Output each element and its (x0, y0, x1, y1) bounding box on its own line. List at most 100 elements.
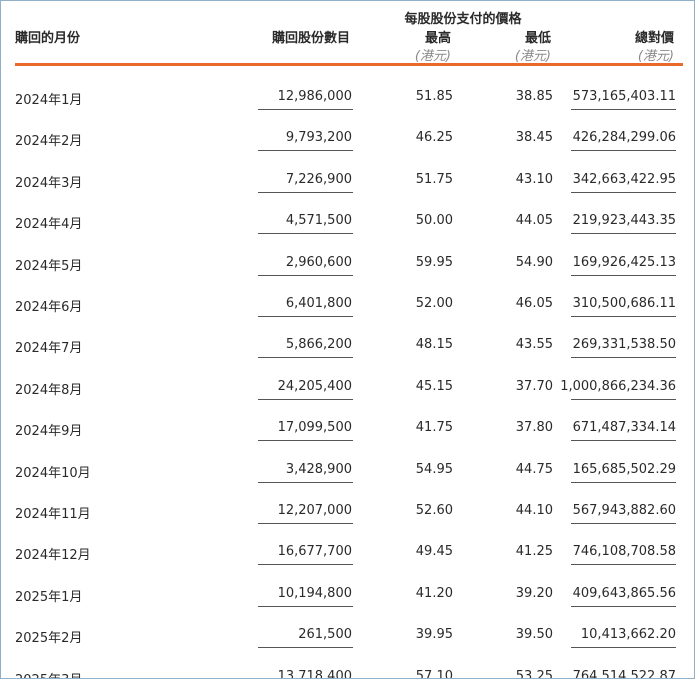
total-underline (571, 481, 676, 483)
total-consideration-cell: 165,685,502.29 (572, 461, 676, 477)
shares-underline (258, 150, 353, 152)
low-price-cell: 38.45 (515, 130, 553, 146)
shares-underline (258, 523, 353, 524)
total-consideration-cell: 573,165,403.11 (572, 89, 676, 104)
shares-underline (258, 274, 353, 276)
total-underline (571, 398, 676, 400)
low-price-cell: 44.05 (515, 213, 553, 229)
low-price-cell: 44.10 (515, 503, 553, 518)
shares-underline (258, 316, 353, 317)
total-underline (571, 109, 676, 110)
table-row: 2024年6月 6,401,800 52.00 46.05 310,500,686.11 (1, 296, 694, 317)
shares-cell: 261,500 (298, 627, 352, 643)
table-row: 2024年12月 16,677,700 49.45 41.25 746,108,708.… (1, 544, 694, 566)
month-cell: 2024年5月 (15, 258, 83, 274)
high-price-cell: 52.60 (415, 503, 453, 518)
total-underline (571, 274, 676, 276)
low-column-header: 最低 (524, 31, 551, 46)
low-price-cell: 39.20 (515, 585, 553, 601)
low-price-cell: 53.25 (515, 668, 553, 679)
high-price-cell: 41.75 (415, 420, 453, 436)
table-row: 2024年11月 12,207,000 52.60 44.10 567,943,882.… (1, 503, 694, 524)
total-consideration-cell: 10,413,662.20 (580, 627, 676, 643)
high-price-cell: 57.10 (415, 668, 453, 679)
total-underline (571, 233, 676, 235)
table-row: 2024年9月 17,099,500 41.75 37.80 671,487,334.1… (1, 420, 694, 442)
shares-cell: 6,401,800 (285, 296, 352, 311)
high-unit-label: (港元) (414, 49, 451, 64)
high-price-cell: 50.00 (415, 213, 453, 229)
high-price-cell: 46.25 (415, 130, 453, 146)
low-price-cell: 38.85 (515, 89, 553, 104)
low-price-cell: 43.55 (515, 337, 553, 353)
total-consideration-cell: 567,943,882.60 (572, 503, 676, 518)
shares-underline (258, 233, 353, 235)
low-price-cell: 46.05 (515, 296, 553, 311)
table-row: 2024年2月 9,793,200 46.25 38.45 426,284,299.06 (1, 130, 694, 152)
shares-cell: 17,099,500 (277, 420, 352, 436)
table-row: 2024年3月 7,226,900 51.75 43.10 342,663,422.95 (1, 171, 694, 193)
high-price-cell: 51.75 (415, 171, 453, 187)
total-consideration-cell: 746,108,708.58 (572, 544, 676, 560)
high-price-cell: 48.15 (415, 337, 453, 353)
total-underline (571, 564, 676, 566)
table-row: 2024年4月 4,571,500 50.00 44.05 219,923,443.35 (1, 213, 694, 235)
month-cell: 2024年4月 (15, 217, 83, 233)
share-repurchase-table: 每股股份支付的價格 購回的月份 購回股份數目 最高 最低 總對價 (港元) (港… (0, 0, 695, 679)
table-row: 2024年5月 2,960,600 59.95 54.90 169,926,425.13 (1, 254, 694, 276)
total-underline (571, 357, 676, 359)
table-row: 2024年1月 12,986,000 51.85 38.85 573,165,403.1… (1, 89, 694, 110)
total-consideration-cell: 269,331,538.50 (572, 337, 676, 353)
shares-underline (258, 481, 353, 483)
month-cell: 2024年8月 (15, 382, 83, 398)
total-consideration-cell: 1,000,866,234.36 (560, 378, 676, 394)
low-unit-label: (港元) (514, 49, 551, 64)
month-cell: 2025年2月 (15, 631, 83, 647)
shares-cell: 5,866,200 (285, 337, 352, 353)
shares-cell: 24,205,400 (277, 378, 352, 394)
high-price-cell: 51.85 (415, 89, 453, 104)
shares-underline (258, 357, 353, 359)
high-price-cell: 59.95 (415, 254, 453, 270)
month-cell: 2024年7月 (15, 341, 83, 357)
low-price-cell: 41.25 (515, 544, 553, 560)
high-price-cell: 41.20 (415, 585, 453, 601)
month-cell: 2024年12月 (15, 548, 91, 564)
total-underline (571, 605, 676, 607)
total-underline (571, 150, 676, 152)
shares-underline (258, 440, 353, 442)
total-underline (571, 191, 676, 193)
shares-cell: 10,194,800 (277, 585, 352, 601)
total-consideration-cell: 764,514,522.87 (572, 668, 676, 679)
total-consideration-cell: 169,926,425.13 (572, 254, 676, 270)
shares-cell: 16,677,700 (277, 544, 352, 560)
high-price-cell: 52.00 (415, 296, 453, 311)
shares-underline (258, 605, 353, 607)
shares-cell: 2,960,600 (285, 254, 352, 270)
total-underline (571, 316, 676, 317)
shares-cell: 9,793,200 (285, 130, 352, 146)
total-underline (571, 647, 676, 649)
low-price-cell: 54.90 (515, 254, 553, 270)
total-unit-label: (港元) (637, 49, 674, 64)
table-row: 2025年1月 10,194,800 41.20 39.20 409,643,865.5… (1, 585, 694, 607)
low-price-cell: 39.50 (515, 627, 553, 643)
shares-cell: 3,428,900 (285, 461, 352, 477)
shares-underline (258, 564, 353, 566)
shares-underline (258, 398, 353, 400)
total-consideration-cell: 342,663,422.95 (572, 171, 676, 187)
month-cell: 2024年6月 (15, 300, 83, 315)
table-row: 2025年2月 261,500 39.95 39.50 10,413,662.20 (1, 627, 694, 649)
shares-cell: 4,571,500 (285, 213, 352, 229)
high-column-header: 最高 (424, 31, 451, 46)
month-cell: 2025年1月 (15, 589, 83, 605)
total-underline (571, 523, 676, 524)
shares-cell: 12,986,000 (277, 89, 352, 104)
high-price-cell: 39.95 (415, 627, 453, 643)
month-column-header: 購回的月份 (15, 31, 81, 46)
high-price-cell: 45.15 (415, 378, 453, 394)
shares-cell: 12,207,000 (277, 503, 352, 518)
month-cell: 2024年1月 (15, 93, 83, 108)
total-consideration-cell: 219,923,443.35 (572, 213, 676, 229)
month-cell: 2024年2月 (15, 134, 83, 150)
